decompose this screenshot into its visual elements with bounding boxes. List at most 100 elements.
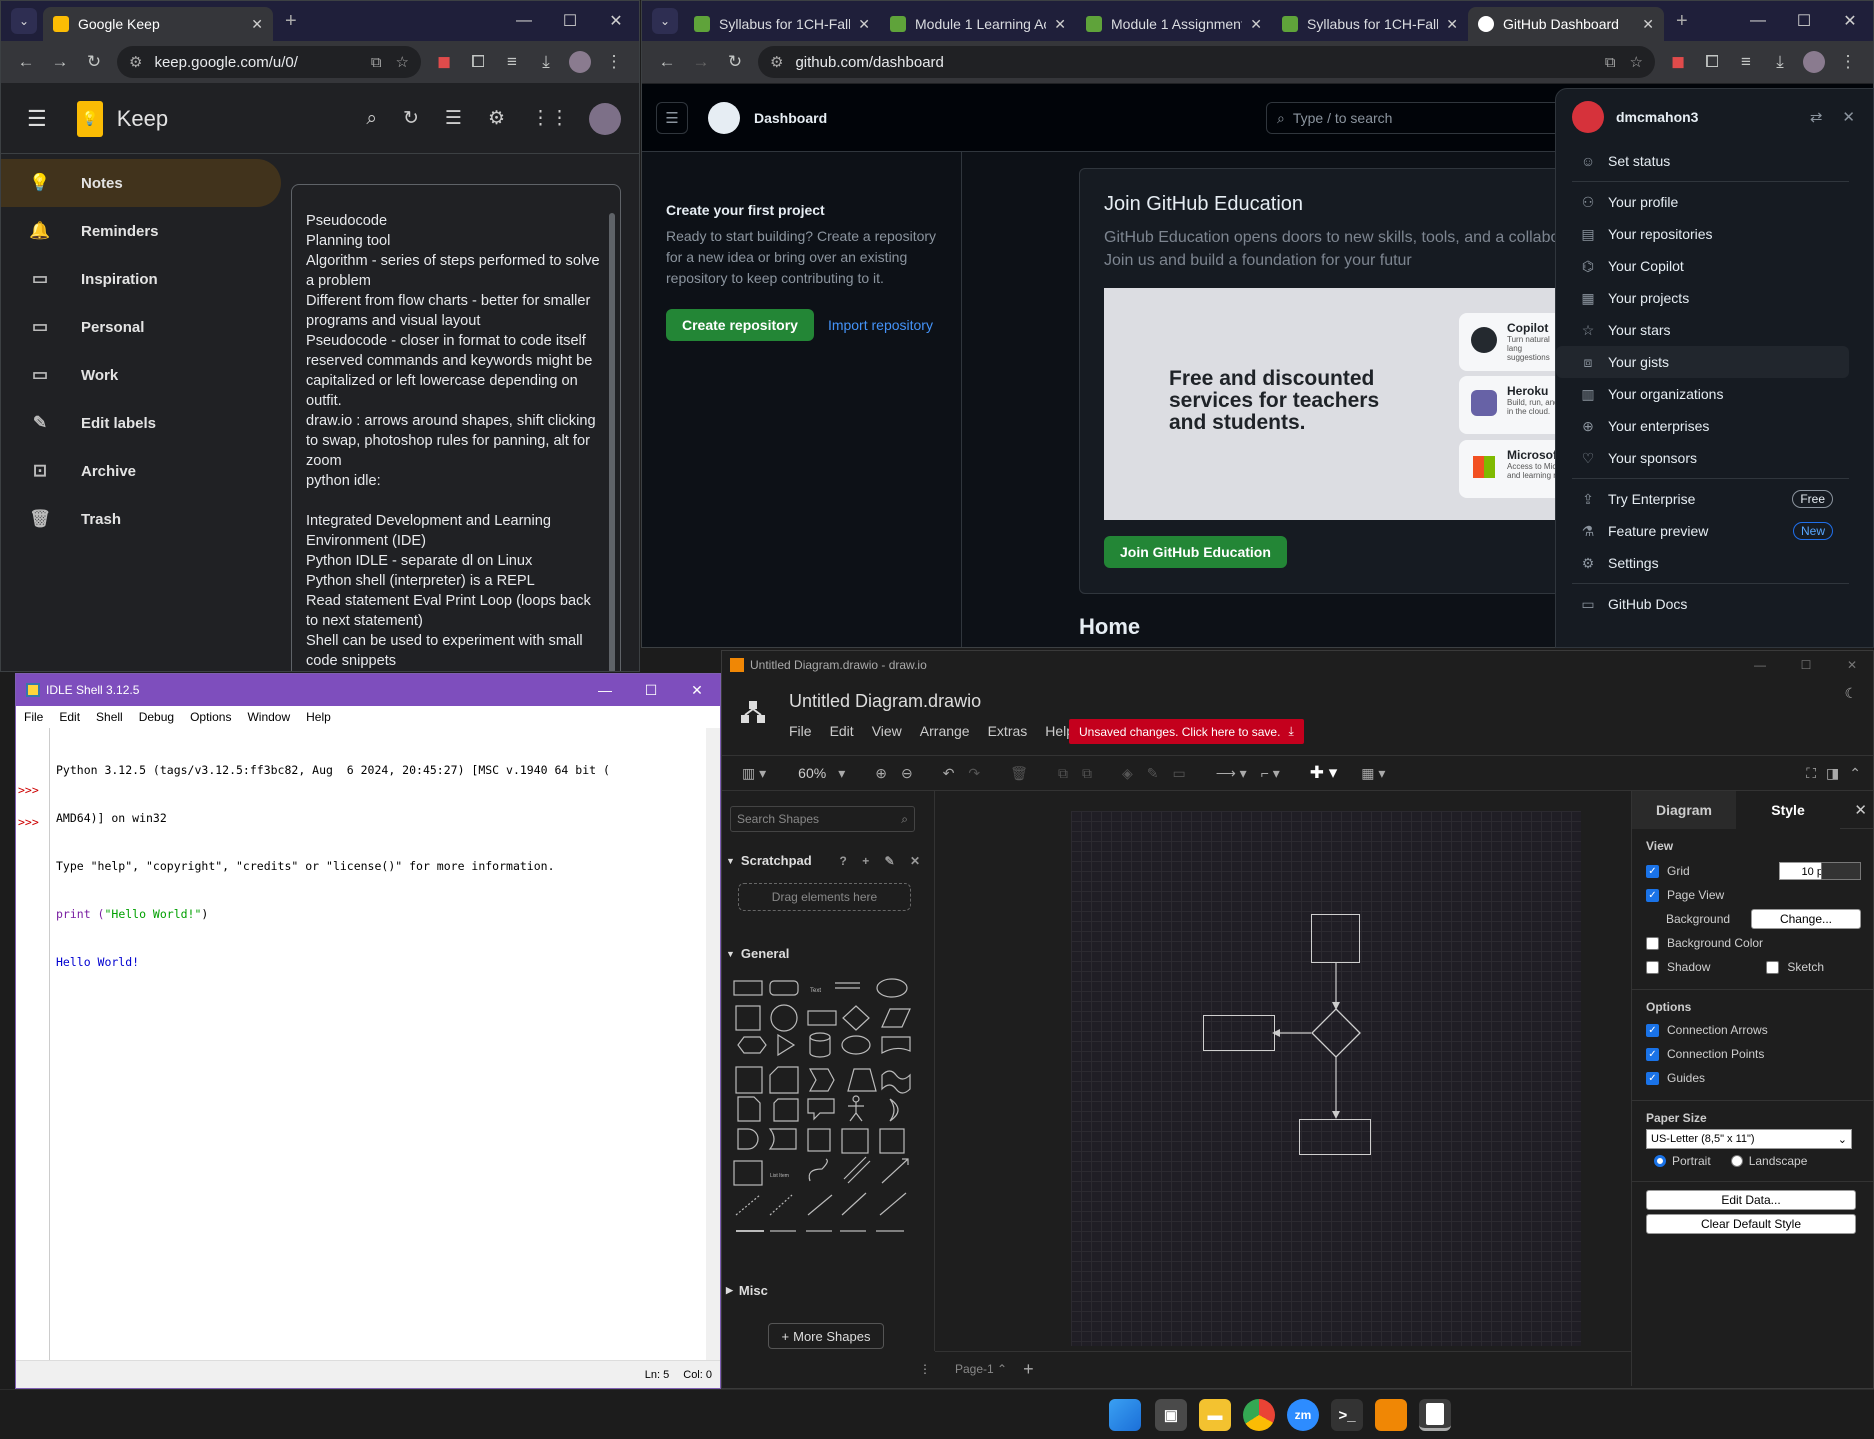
idle-menu-shell[interactable]: Shell (96, 710, 123, 724)
paper-size-select[interactable]: US-Letter (8,5" x 11") ⌄ (1646, 1129, 1852, 1149)
close-window-icon[interactable]: ✕ (1827, 11, 1873, 31)
shadow-checkbox[interactable] (1646, 960, 1659, 974)
bookmark-star-icon[interactable]: ☆ (396, 53, 409, 71)
sidebar-item-trash[interactable]: 🗑 Trash (1, 495, 291, 543)
idle-scrollbar[interactable] (706, 728, 720, 1360)
drawio-menu-extras[interactable]: Extras (988, 723, 1028, 739)
download-icon[interactable]: ⤓ (529, 45, 563, 79)
format-panel-icon[interactable]: ◨ (1826, 765, 1839, 782)
idle-menu-options[interactable]: Options (190, 710, 231, 724)
insert-icon[interactable]: ✚ ▾ (1310, 763, 1338, 783)
profile-avatar[interactable] (1797, 45, 1831, 79)
refresh-icon[interactable]: ↻ (403, 107, 419, 130)
menu-item-your-projects[interactable]: ▦ Your projects (1556, 282, 1873, 314)
minimize-icon[interactable]: — (1737, 658, 1783, 672)
menu-item-your-stars[interactable]: ☆ Your stars (1556, 314, 1873, 346)
redo-icon[interactable]: ↷ (968, 765, 980, 782)
terminal-icon[interactable]: >_ (1331, 1399, 1363, 1431)
fullscreen-icon[interactable]: ⛶ (1806, 765, 1816, 782)
close-tab-icon[interactable]: ✕ (1446, 16, 1458, 33)
note-card[interactable]: Pseudocode Planning tool Algorithm - serie… (291, 184, 621, 671)
add-page-icon[interactable]: + (1023, 1359, 1034, 1380)
connection-arrows-checkbox[interactable]: ✓ (1646, 1023, 1659, 1037)
menu-item-settings[interactable]: ⚙ Settings (1556, 547, 1873, 579)
search-icon[interactable]: ⌕ (366, 108, 377, 130)
tab-google-keep[interactable]: Google Keep ✕ (43, 7, 273, 41)
scratchpad-header[interactable]: ▼ Scratchpad ? + ✎ ✕ (726, 853, 926, 868)
file-explorer-icon[interactable]: ▬ (1199, 1399, 1231, 1431)
unsaved-changes-banner[interactable]: Unsaved changes. Click here to save. ⤓ (1069, 719, 1304, 744)
grid-checkbox[interactable]: ✓ (1646, 864, 1659, 878)
drawio-icon[interactable] (1375, 1399, 1407, 1431)
maximize-icon[interactable]: ☐ (628, 682, 674, 699)
idle-menu-window[interactable]: Window (247, 710, 290, 724)
list-view-icon[interactable]: ☰ (445, 107, 462, 130)
tab-module-1-assignment[interactable]: Module 1 Assignment - ✕ (1076, 7, 1272, 41)
new-tab-button[interactable]: + (285, 10, 297, 33)
forward-icon[interactable]: → (684, 45, 718, 79)
menu-item-your-profile[interactable]: ⚇ Your profile (1556, 186, 1873, 218)
extension-icon[interactable]: ◼ (1661, 45, 1695, 79)
apps-grid-icon[interactable]: ⋮⋮ (531, 107, 569, 130)
connection-points-checkbox[interactable]: ✓ (1646, 1047, 1659, 1061)
tab-search-button[interactable]: ⌄ (11, 8, 37, 34)
tab-diagram[interactable]: Diagram (1632, 790, 1736, 829)
new-tab-button[interactable]: + (1676, 10, 1688, 33)
media-icon[interactable]: ≡ (1729, 45, 1763, 79)
sketch-checkbox[interactable] (1766, 960, 1780, 974)
diagram-decision-diamond[interactable] (1311, 1008, 1361, 1058)
sidebar-item-archive[interactable]: ⊡ Archive (1, 447, 291, 495)
drawio-menu-file[interactable]: File (789, 723, 812, 739)
install-app-icon[interactable]: ⧉ (1605, 54, 1616, 71)
keep-scrollbar[interactable] (609, 213, 615, 671)
user-avatar[interactable] (1572, 101, 1604, 133)
menu-item-your-sponsors[interactable]: ♡ Your sponsors (1556, 442, 1873, 474)
chrome-icon[interactable] (1243, 1399, 1275, 1431)
github-search-input[interactable]: ⌕ Type / to search (1266, 102, 1586, 134)
menu-item-github-docs[interactable]: ▭ GitHub Docs (1556, 588, 1873, 620)
minimize-icon[interactable]: — (1735, 12, 1781, 30)
main-menu-icon[interactable]: ☰ (27, 106, 47, 132)
sidebar-item-reminders[interactable]: 🔔 Reminders (1, 207, 291, 255)
close-tab-icon[interactable]: ✕ (251, 16, 263, 33)
drawio-doc-title[interactable]: Untitled Diagram.drawio (789, 691, 981, 712)
puzzle-icon[interactable]: ⧠ (1695, 45, 1729, 79)
zoom-out-icon[interactable]: ⊖ (901, 765, 913, 782)
extension-icon[interactable]: ◼ (427, 45, 461, 79)
table-icon[interactable]: ▦ ▾ (1361, 765, 1385, 782)
connector-shapes-row[interactable] (730, 1221, 920, 1241)
settings-icon[interactable]: ⚙ (488, 107, 505, 130)
sidebar-item-notes[interactable]: 💡 Notes (1, 159, 281, 207)
github-logo-icon[interactable] (708, 101, 740, 134)
tab-syllabus-1[interactable]: Syllabus for 1CH-Fall 20✕ (684, 7, 880, 41)
fill-color-icon[interactable]: ◈ (1122, 765, 1133, 782)
change-background-button[interactable]: Change... (1751, 909, 1861, 929)
profile-avatar[interactable] (563, 45, 597, 79)
diagram-rect-bottom[interactable] (1299, 1119, 1371, 1155)
hamburger-menu-button[interactable]: ☰ (656, 101, 688, 134)
zoom-level[interactable]: 60% (798, 765, 826, 781)
page-view-checkbox[interactable]: ✓ (1646, 888, 1659, 902)
landscape-radio[interactable] (1730, 1155, 1743, 1167)
address-bar[interactable]: ⚙ github.com/dashboard ⧉ ☆ (758, 46, 1655, 78)
delete-icon[interactable]: 🗑 (1010, 765, 1028, 782)
idle-menu-help[interactable]: Help (306, 710, 331, 724)
drawio-menu-arrange[interactable]: Arrange (920, 723, 970, 739)
sidebar-item-edit-labels[interactable]: ✎ Edit labels (1, 399, 291, 447)
zoom-icon[interactable]: zm (1287, 1399, 1319, 1431)
switch-account-icon[interactable]: ⇄ (1810, 108, 1823, 126)
task-view-icon[interactable]: ▣ (1155, 1399, 1187, 1431)
page-tab[interactable]: Page-1 ⌃ (955, 1362, 1007, 1376)
idle-menu-file[interactable]: File (24, 710, 43, 724)
general-shapes-palette[interactable]: Text List Item (730, 971, 920, 1231)
background-color-checkbox[interactable] (1646, 936, 1659, 950)
to-back-icon[interactable]: ⧉ (1082, 765, 1092, 782)
reload-icon[interactable]: ↻ (718, 45, 752, 79)
undo-icon[interactable]: ↶ (943, 765, 955, 782)
search-shapes-input[interactable]: Search Shapes ⌕ (730, 806, 915, 832)
sidebar-item-personal[interactable]: ▭ Personal (1, 303, 291, 351)
scratchpad-drop-area[interactable]: Drag elements here (738, 883, 911, 911)
menu-item-your-gists[interactable]: ⧈ Your gists (1556, 346, 1849, 378)
close-window-icon[interactable]: ✕ (593, 11, 639, 31)
idle-menu-edit[interactable]: Edit (59, 710, 80, 724)
